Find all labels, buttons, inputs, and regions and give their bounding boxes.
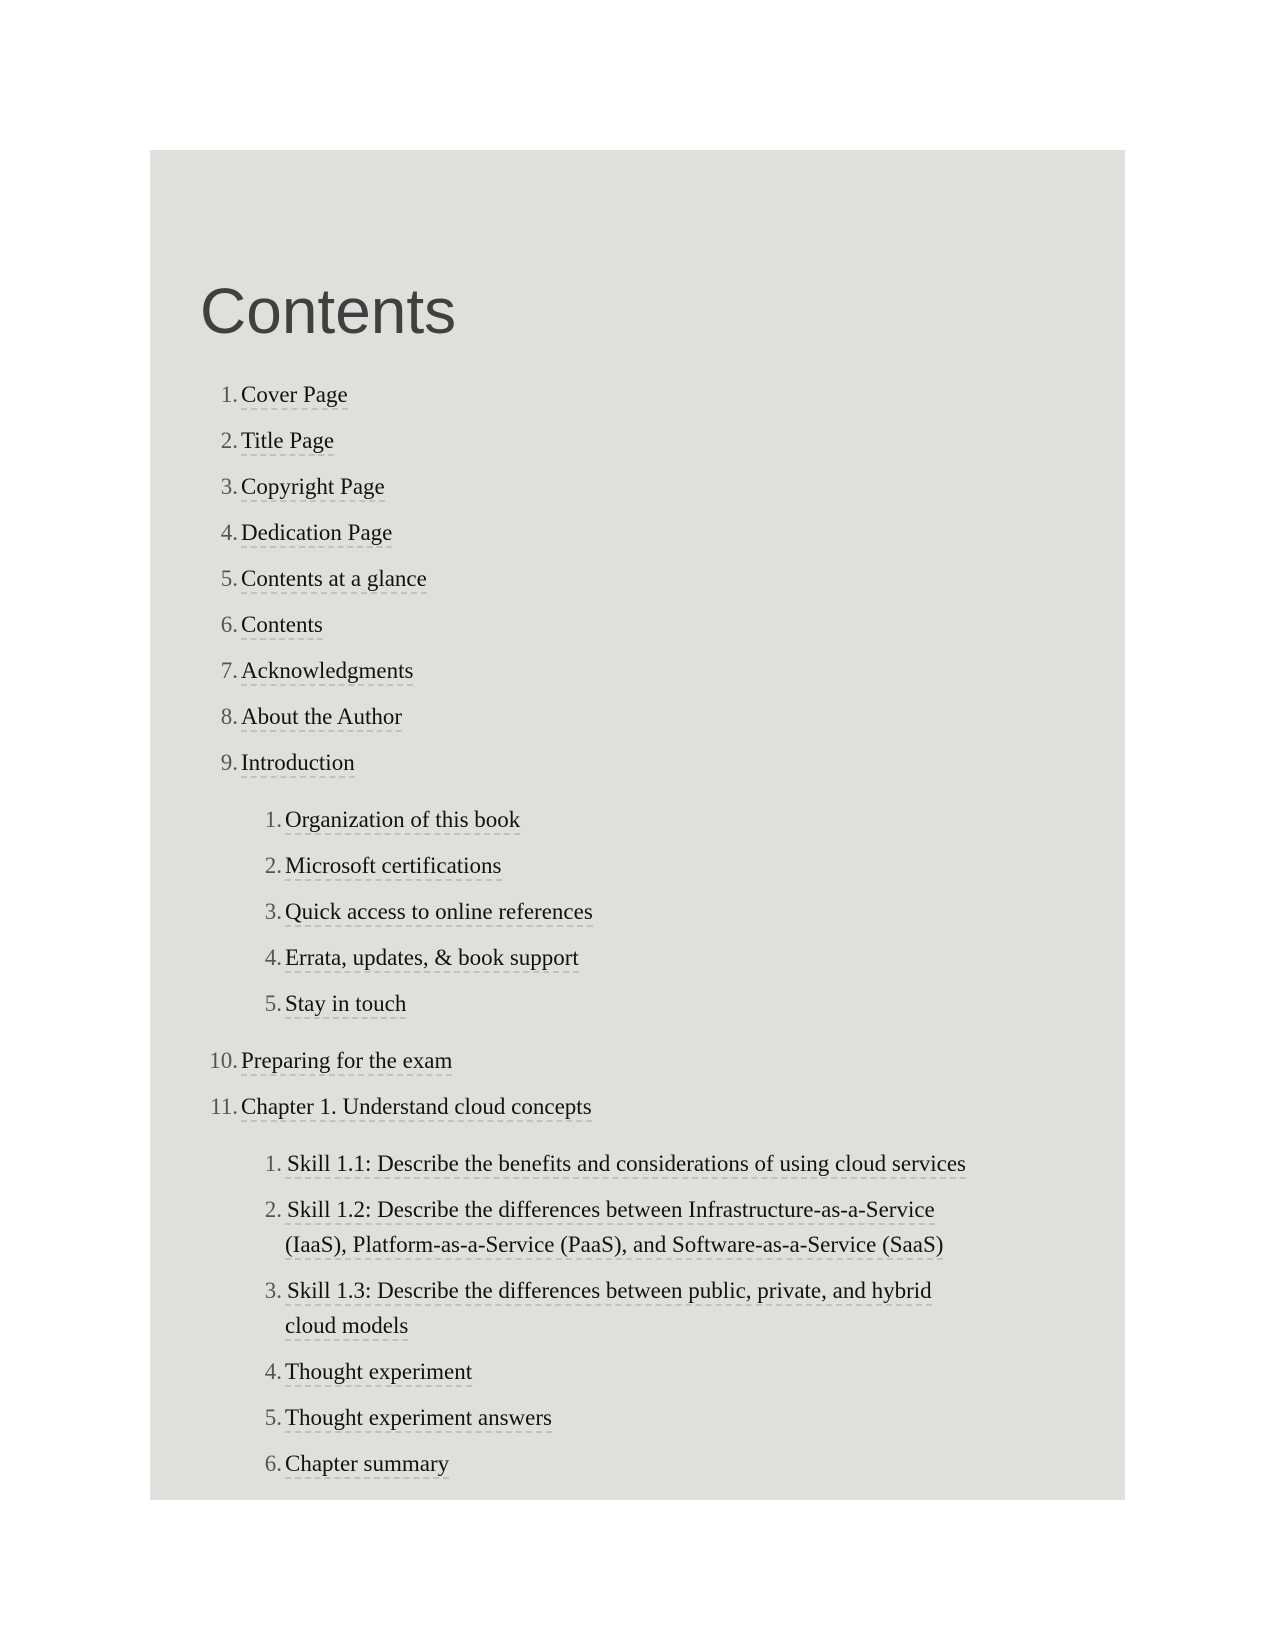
toc-link[interactable]: Skill 1.1: Describe the benefits and con… [285,1151,966,1179]
toc-subitem: 6. Chapter summary [265,1446,985,1481]
toc-number: 4. [264,945,282,970]
toc-number: 3. [220,474,238,499]
toc-number: 1. [264,807,282,832]
toc-link[interactable]: Quick access to online references [285,899,593,927]
toc-number: 7. [220,658,238,683]
toc-number: 4. [264,1359,282,1384]
toc-number: 11. [210,1094,238,1119]
toc-link[interactable]: Chapter 1. Understand cloud concepts [241,1094,592,1122]
toc-subitem: 1. Skill 1.1: Describe the benefits and c… [265,1146,985,1181]
toc-link[interactable]: Thought experiment answers [285,1405,552,1433]
toc-link[interactable]: Organization of this book [285,807,521,835]
toc-number: 6. [220,612,238,637]
page-title: Contents [200,275,457,347]
toc-link[interactable]: Stay in touch [285,991,407,1019]
toc-number: 5. [264,991,282,1016]
toc-number: 6. [264,1451,282,1476]
toc-link[interactable]: Microsoft certifications [285,853,502,881]
toc-subitem: 3. Quick access to online references [265,894,985,929]
toc-link[interactable]: Chapter summary [285,1451,450,1479]
toc-item-title-page: 2. Title Page [221,423,1001,458]
toc-link[interactable]: Preparing for the exam [241,1048,453,1076]
toc-number: 5. [264,1405,282,1430]
toc-sublist-introduction: 1. Organization of this book 2. Microsoft … [265,802,985,1021]
toc-number: 10. [209,1048,238,1073]
toc-subitem: 2. Microsoft certifications [265,848,985,883]
toc-link[interactable]: Errata, updates, & book support [285,945,579,973]
toc-subitem: 1. Organization of this book [265,802,985,837]
toc-number: 5. [220,566,238,591]
toc-link[interactable]: Cover Page [241,382,348,410]
toc-link[interactable]: Introduction [241,750,355,778]
toc-number: 3. [264,1278,282,1303]
toc-item-about-the-author: 8. About the Author [221,699,1001,734]
toc-item-preparing-for-the-exam: 10. Preparing for the exam [209,1043,1001,1078]
toc-number: 8. [220,704,238,729]
toc-item-copyright-page: 3. Copyright Page [221,469,1001,504]
toc-link[interactable]: Contents [241,612,323,640]
toc-item-introduction: 9. Introduction 1. Organization of this bo… [221,745,1001,1021]
toc-link[interactable]: Copyright Page [241,474,385,502]
toc-item-chapter-1: 11. Chapter 1. Understand cloud concepts … [210,1089,1001,1481]
toc-subitem: 5. Thought experiment answers [265,1400,985,1435]
toc-link[interactable]: Skill 1.3: Describe the differences betw… [285,1278,932,1341]
toc-subitem: 2. Skill 1.2: Describe the differences be… [265,1192,985,1262]
toc-number: 9. [220,750,238,775]
toc-item-contents: 6. Contents [221,607,1001,642]
table-of-contents: 1. Cover Page 2. Title Page 3. Copyright Pa… [209,377,1001,1503]
toc-number: 2. [220,428,238,453]
toc-number: 2. [264,853,282,878]
toc-number: 3. [264,899,282,924]
toc-link[interactable]: Acknowledgments [241,658,414,686]
toc-subitem: 5. Stay in touch [265,986,985,1021]
toc-number: 4. [220,520,238,545]
toc-item-dedication-page: 4. Dedication Page [221,515,1001,550]
toc-subitem: 4. Thought experiment [265,1354,985,1389]
toc-sublist-chapter-1: 1. Skill 1.1: Describe the benefits and c… [265,1146,985,1481]
toc-number: 2. [264,1197,282,1222]
toc-item-contents-at-a-glance: 5. Contents at a glance [221,561,1001,596]
toc-subitem: 3. Skill 1.3: Describe the differences be… [265,1273,985,1343]
toc-link[interactable]: About the Author [241,704,402,732]
toc-link[interactable]: Thought experiment [285,1359,473,1387]
toc-link[interactable]: Title Page [241,428,335,456]
toc-item-cover-page: 1. Cover Page [221,377,1001,412]
contents-page: Contents 1. Cover Page 2. Title Page 3. Cop… [150,150,1125,1500]
toc-item-acknowledgments: 7. Acknowledgments [221,653,1001,688]
toc-link[interactable]: Contents at a glance [241,566,427,594]
toc-link[interactable]: Skill 1.2: Describe the differences betw… [285,1197,944,1260]
toc-number: 1. [264,1151,282,1176]
toc-link[interactable]: Dedication Page [241,520,393,548]
toc-subitem: 4. Errata, updates, & book support [265,940,985,975]
toc-number: 1. [220,382,238,407]
